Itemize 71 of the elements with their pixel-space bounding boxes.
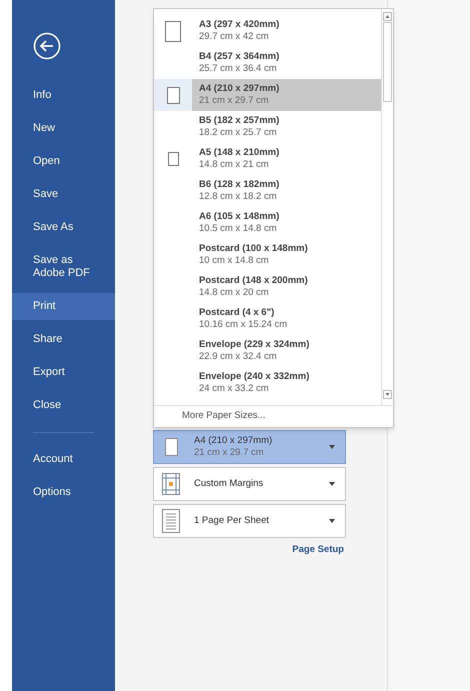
paper-dimensions: 18.2 cm x 25.7 cm xyxy=(199,127,278,139)
page-icon xyxy=(166,86,180,104)
menu-item[interactable]: Close xyxy=(12,392,115,419)
paper-dimensions: 10.16 cm x 15.24 cm xyxy=(199,319,288,331)
scrollbar[interactable] xyxy=(381,9,393,405)
paper-size-option[interactable]: B4 (257 x 364mm) 25.7 cm x 36.4 cm xyxy=(154,47,381,79)
paper-size-name: Postcard (4 x 6") xyxy=(199,307,276,319)
paper-dimensions: 29.7 cm x 42 cm xyxy=(199,31,270,43)
setting-dropdown[interactable]: Custom Margins xyxy=(153,467,346,501)
page-icon xyxy=(164,438,178,456)
caret-icon xyxy=(329,482,335,486)
page-icon xyxy=(168,152,178,166)
setting-dropdown[interactable]: 1 Page Per Sheet xyxy=(153,504,346,538)
setting-label: 1 Page Per Sheet xyxy=(194,515,270,527)
paper-size-name: B6 (128 x 182mm) xyxy=(199,179,280,191)
paper-size-option[interactable]: A3 (297 x 420mm) 29.7 cm x 42 cm xyxy=(154,15,381,47)
setting-dropdown[interactable]: A4 (210 x 297mm) 21 cm x 29.7 cm xyxy=(153,430,346,464)
back-icon[interactable] xyxy=(33,32,61,60)
setting-label: A4 (210 x 297mm) xyxy=(194,435,274,447)
menu-item[interactable]: Info xyxy=(12,82,115,109)
paper-size-name: A3 (297 x 420mm) xyxy=(199,19,280,31)
page-setup-link[interactable]: Page Setup xyxy=(292,543,344,558)
setting-label: Custom Margins xyxy=(194,478,264,490)
menu-item[interactable]: Export xyxy=(12,359,115,386)
paper-size-name: Envelope (240 x 332mm) xyxy=(199,371,310,383)
paper-size-option[interactable]: A5 (148 x 210mm) 14.8 cm x 21 cm xyxy=(154,143,381,175)
menu-item[interactable]: Save xyxy=(12,181,115,208)
paper-dimensions: 21 cm x 29.7 cm xyxy=(199,95,270,107)
paper-size-name: Postcard (100 x 148mm) xyxy=(199,243,308,255)
menu-item[interactable]: Save As xyxy=(12,214,115,241)
scroll-up-icon[interactable] xyxy=(383,12,392,21)
menu-item[interactable]: Save as Adobe PDF xyxy=(12,247,115,287)
page-lines-icon xyxy=(162,509,180,533)
paper-size-name: A5 (148 x 210mm) xyxy=(199,147,280,159)
menu-item[interactable]: Print xyxy=(12,293,115,320)
paper-dimensions: 14.8 cm x 21 cm xyxy=(199,159,270,171)
paper-dimensions: 24 cm x 33.2 cm xyxy=(199,383,270,395)
margins-icon xyxy=(162,473,180,495)
paper-dimensions: 25.7 cm x 36.4 cm xyxy=(199,63,278,75)
menu-item[interactable]: New xyxy=(12,115,115,142)
paper-size-name: B4 (257 x 364mm) xyxy=(199,51,280,63)
scroll-thumb[interactable] xyxy=(383,22,392,102)
paper-size-option[interactable]: Postcard (100 x 148mm) 10 cm x 14.8 cm xyxy=(154,239,381,271)
page-icon xyxy=(165,20,181,42)
paper-size-name: A6 (105 x 148mm) xyxy=(199,211,280,223)
paper-size-name: Envelope (229 x 324mm) xyxy=(199,339,310,351)
paper-size-option[interactable]: Postcard (148 x 200mm) 14.8 cm x 20 cm xyxy=(154,271,381,303)
paper-dimensions: 14.8 cm x 20 cm xyxy=(199,287,270,299)
menu-item[interactable]: Account xyxy=(12,446,115,473)
paper-size-option[interactable]: Envelope (240 x 332mm) 24 cm x 33.2 cm xyxy=(154,367,381,399)
caret-icon xyxy=(329,519,335,523)
paper-dimensions: 22.9 cm x 32.4 cm xyxy=(199,351,278,363)
paper-size-option[interactable]: Postcard (4 x 6") 10.16 cm x 15.24 cm xyxy=(154,303,381,335)
paper-size-name: Postcard (148 x 200mm) xyxy=(199,275,308,287)
scroll-down-icon[interactable] xyxy=(383,390,392,399)
paper-size-option[interactable]: A6 (105 x 148mm) 10.5 cm x 14.8 cm xyxy=(154,207,381,239)
paper-size-option[interactable]: A4 (210 x 297mm) 21 cm x 29.7 cm xyxy=(154,79,381,111)
menu-item[interactable]: Options xyxy=(12,479,115,506)
paper-size-name: A4 (210 x 297mm) xyxy=(199,83,280,95)
paper-size-option[interactable]: Envelope (229 x 324mm) 22.9 cm x 32.4 cm xyxy=(154,335,381,367)
more-paper-sizes-link[interactable]: More Paper Sizes... xyxy=(182,409,266,424)
menu-item[interactable]: Open xyxy=(12,148,115,175)
paper-size-option[interactable]: B6 (128 x 182mm) 12.8 cm x 18.2 cm xyxy=(154,175,381,207)
caret-icon xyxy=(329,445,335,449)
menu-item[interactable]: Share xyxy=(12,326,115,353)
paper-dimensions: 10 cm x 14.8 cm xyxy=(199,255,270,267)
paper-dimensions: 10.5 cm x 14.8 cm xyxy=(199,223,278,235)
paper-size-name: B5 (182 x 257mm) xyxy=(199,115,280,127)
paper-dimensions: 12.8 cm x 18.2 cm xyxy=(199,191,278,203)
paper-size-option[interactable]: B5 (182 x 257mm) 18.2 cm x 25.7 cm xyxy=(154,111,381,143)
setting-sublabel: 21 cm x 29.7 cm xyxy=(194,447,265,459)
